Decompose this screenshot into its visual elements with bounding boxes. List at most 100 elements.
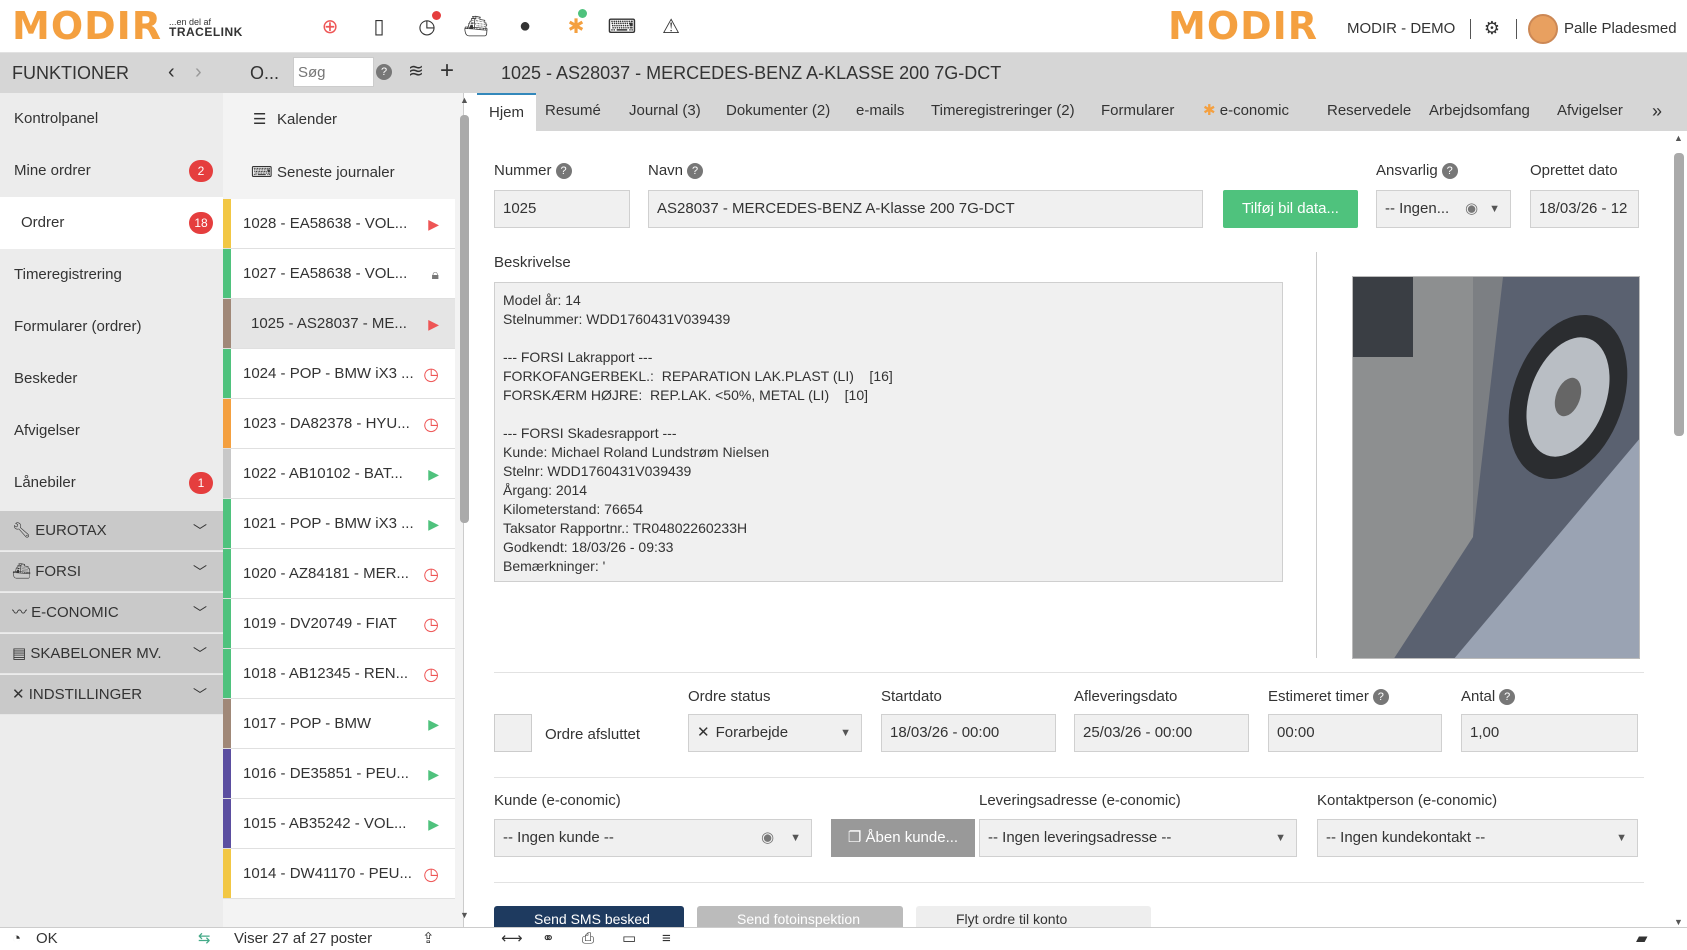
clock-icon[interactable]: ◷	[423, 399, 439, 449]
order-row[interactable]: 1021 - POP - BMW iX3 ... ▶	[223, 499, 455, 549]
scroll-down-icon[interactable]: ▼	[1674, 917, 1683, 927]
nummer-field[interactable]: 1025	[494, 190, 630, 228]
resize-icon[interactable]: ⟷	[501, 928, 523, 950]
user-name[interactable]: Palle Pladesmed	[1564, 20, 1677, 37]
car-photo[interactable]	[1352, 276, 1640, 659]
export-icon[interactable]: ⇪	[422, 928, 435, 950]
kontaktperson-select[interactable]: -- Ingen kundekontakt -- ▼	[1317, 819, 1638, 857]
play-icon[interactable]: ▶	[428, 749, 439, 799]
nav-item-formularer[interactable]: Formularer (ordrer)	[0, 301, 223, 353]
forsi-icon[interactable]: ⛴	[462, 12, 490, 40]
navn-field[interactable]: AS28037 - MERCEDES-BENZ A-Klasse 200 7G-…	[648, 190, 1203, 228]
eye-icon[interactable]: ◉	[761, 820, 774, 856]
order-list-scroll-thumb[interactable]	[460, 115, 469, 523]
chat-icon[interactable]: ●	[511, 12, 539, 40]
add-icon[interactable]: +	[440, 57, 454, 85]
print-icon[interactable]: ⎙	[582, 928, 594, 950]
nav-item-mine-ordrer[interactable]: Mine ordrer 2	[0, 145, 223, 197]
open-customer-button[interactable]: ❐ Åben kunde...	[831, 819, 975, 857]
leveringsadresse-select[interactable]: -- Ingen leveringsadresse -- ▼	[979, 819, 1297, 857]
nav-group-eurotax[interactable]: 🔧︎ EUROTAX ﹀	[0, 511, 223, 551]
play-icon[interactable]: ▶	[428, 699, 439, 749]
order-row[interactable]: 1020 - AZ84181 - MER... ◷	[223, 549, 455, 599]
order-row[interactable]: 1018 - AB12345 - REN... ◷	[223, 649, 455, 699]
lock-icon[interactable]: 🔒︎	[432, 249, 439, 299]
startdato-field[interactable]: 18/03/26 - 00:00	[881, 714, 1056, 752]
nav-back-chevron-icon[interactable]: ‹	[168, 61, 175, 84]
order-row[interactable]: 1028 - EA58638 - VOL... ▶	[223, 199, 455, 249]
play-icon[interactable]: ▶	[428, 499, 439, 549]
nav-item-beskeder[interactable]: Beskeder	[0, 353, 223, 405]
clock-icon[interactable]: ◷	[423, 849, 439, 899]
warning-icon[interactable]: ⚠	[657, 12, 685, 40]
pdf-icon[interactable]: ▭	[622, 928, 636, 950]
mobile-icon[interactable]: ▯	[365, 12, 393, 40]
order-row[interactable]: 1016 - DE35851 - PEU... ▶	[223, 749, 455, 799]
menu-icon[interactable]: ≡	[662, 928, 671, 950]
help-icon[interactable]: ?	[1372, 689, 1389, 705]
link-icon[interactable]: ⚭	[542, 928, 555, 950]
scroll-up-icon[interactable]: ▲	[1674, 133, 1683, 143]
tab-emails[interactable]: e-mails	[856, 93, 904, 131]
modir-logo[interactable]: MODIR	[12, 4, 162, 48]
tab-hjem[interactable]: Hjem	[477, 93, 537, 131]
afleveringsdato-field[interactable]: 25/03/26 - 00:00	[1074, 714, 1249, 752]
tab-arbejdsomfang[interactable]: Arbejdsomfang	[1429, 93, 1530, 131]
keyboard-icon[interactable]: ⌨	[608, 12, 637, 40]
nav-item-afvigelser[interactable]: Afvigelser	[0, 405, 223, 457]
order-row[interactable]: 1025 - AS28037 - ME... ▶	[223, 299, 455, 349]
oprettet-field[interactable]: 18/03/26 - 12	[1530, 190, 1639, 228]
antal-field[interactable]: 1,00	[1461, 714, 1638, 752]
help-icon[interactable]: ?	[687, 163, 704, 179]
nav-group-economic[interactable]: 〰 E-CONOMIC ﹀	[0, 593, 223, 633]
sync-icon[interactable]: ⇆	[198, 928, 211, 950]
tab-timeregistreringer[interactable]: Timeregistreringer (2)	[931, 93, 1075, 131]
scroll-up-icon[interactable]: ▲	[460, 95, 469, 105]
help-icon[interactable]: ?	[555, 163, 572, 179]
help-icon[interactable]: ?	[1441, 163, 1458, 179]
tab-journal[interactable]: Journal (3)	[629, 93, 701, 131]
eye-icon[interactable]: ◉	[1465, 191, 1478, 227]
clock-icon[interactable]: ◷	[423, 649, 439, 699]
order-row[interactable]: 1017 - POP - BMW ▶	[223, 699, 455, 749]
chat-icon[interactable]: ▰	[1636, 928, 1648, 950]
order-row[interactable]: 1019 - DV20749 - FIAT ◷	[223, 599, 455, 649]
tabs-more-icon[interactable]: »	[1652, 93, 1662, 131]
ansvarlig-select[interactable]: -- Ingen... ◉ ▼	[1376, 190, 1511, 228]
tab-economic[interactable]: ✱ e-conomic	[1203, 93, 1289, 131]
nav-item-laanebiler[interactable]: Lånebiler 1	[0, 457, 223, 509]
tab-resume[interactable]: Resumé	[545, 93, 601, 131]
search-input[interactable]	[293, 57, 374, 87]
estimeret-timer-field[interactable]: 00:00	[1268, 714, 1442, 752]
nav-item-kontrolpanel[interactable]: Kontrolpanel	[0, 93, 223, 145]
kunde-select[interactable]: -- Ingen kunde -- ◉ ▼	[494, 819, 812, 857]
play-icon[interactable]: ▶	[428, 199, 439, 249]
nav-item-ordrer[interactable]: Ordrer 18	[0, 197, 223, 249]
play-icon[interactable]: ▶	[428, 449, 439, 499]
scroll-down-icon[interactable]: ▼	[460, 910, 469, 920]
company-name[interactable]: MODIR - DEMO	[1347, 20, 1455, 37]
gear-icon[interactable]: ⚙	[1478, 14, 1506, 42]
beskrivelse-textarea[interactable]: Model år: 14 Stelnummer: WDD1760431V0394…	[494, 282, 1283, 582]
lifebuoy-icon[interactable]: ⊕	[316, 12, 344, 40]
main-scroll-thumb[interactable]	[1674, 153, 1684, 436]
ordre-afsluttet-checkbox[interactable]	[494, 714, 532, 752]
order-row[interactable]: 1014 - DW41170 - PEU... ◷	[223, 849, 455, 899]
play-icon[interactable]: ▶	[428, 799, 439, 849]
clock-icon[interactable]: ◷	[423, 599, 439, 649]
order-row[interactable]: 1022 - AB10102 - BAT... ▶	[223, 449, 455, 499]
layers-icon[interactable]: ≋	[408, 60, 424, 83]
nav-forward-chevron-icon[interactable]: ›	[195, 61, 202, 84]
ordre-status-select[interactable]: ✕ Forarbejde ▼	[688, 714, 862, 752]
order-row[interactable]: 1024 - POP - BMW iX3 ... ◷	[223, 349, 455, 399]
nav-group-indstillinger[interactable]: ✕ INDSTILLINGER ﹀	[0, 675, 223, 715]
help-icon[interactable]: ?	[376, 64, 392, 80]
order-row[interactable]: 1015 - AB35242 - VOL... ▶	[223, 799, 455, 849]
help-icon[interactable]: ?	[1499, 689, 1516, 705]
calendar-link[interactable]: ☰ Kalender	[223, 93, 455, 146]
order-row[interactable]: 1023 - DA82378 - HYU... ◷	[223, 399, 455, 449]
add-car-data-button[interactable]: Tilføj bil data...	[1223, 190, 1358, 228]
tab-reservedele[interactable]: Reservedele	[1327, 93, 1411, 131]
nav-item-timeregistrering[interactable]: Timeregistrering	[0, 249, 223, 301]
nav-group-skabeloner[interactable]: ▤ SKABELONER MV. ﹀	[0, 634, 223, 674]
